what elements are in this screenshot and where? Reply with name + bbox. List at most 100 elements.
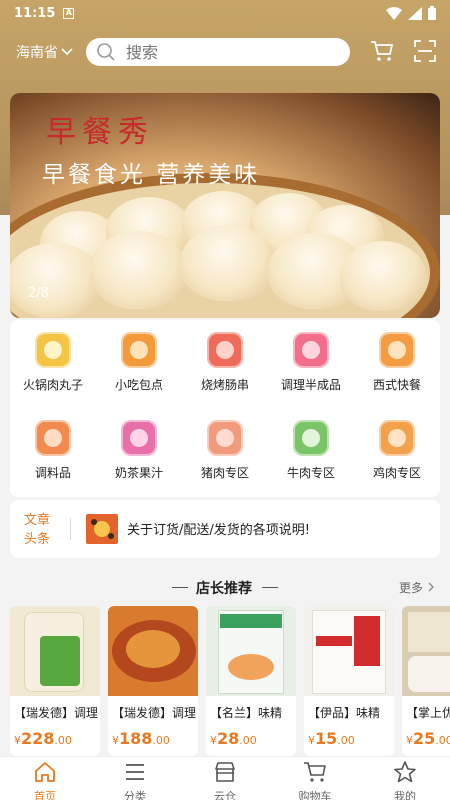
product-image: [206, 606, 296, 696]
product-name: 【瑞发德】调理: [112, 706, 196, 720]
tab-category[interactable]: 分类: [90, 757, 180, 800]
bun-image: [10, 243, 102, 317]
headline-tag: 文章头条: [24, 513, 51, 547]
category-label: 奶茶果汁: [114, 466, 163, 480]
status-bar: 11:15 A: [0, 0, 450, 26]
product-card[interactable]: 【名兰】味精 ¥28.00: [206, 606, 296, 756]
location-label: 海南省: [16, 45, 58, 61]
search-input[interactable]: [126, 42, 326, 62]
notice-thumbnail: [86, 514, 118, 544]
product-name: 【掌上优: [406, 706, 450, 720]
search-bar[interactable]: [86, 38, 350, 66]
beef-icon: [293, 420, 329, 456]
product-image: [10, 606, 100, 696]
burger-icon: [379, 332, 415, 368]
search-icon: [97, 43, 115, 61]
bun-image: [90, 231, 188, 309]
product-price: ¥188.00: [112, 729, 170, 748]
category-label: 烧烤肠串: [200, 378, 249, 392]
store-icon: [215, 762, 235, 782]
product-card[interactable]: 【瑞发德】调理 ¥188.00: [108, 606, 198, 756]
category-item[interactable]: 奶茶果汁: [96, 420, 182, 481]
seasoning-icon: [35, 420, 71, 456]
home-icon: [35, 762, 55, 782]
product-card[interactable]: 【瑞发德】调理 ¥228.00: [10, 606, 100, 756]
category-item[interactable]: 牛肉专区: [268, 420, 354, 481]
app-header: 海南省: [0, 36, 450, 70]
category-item[interactable]: 西式快餐: [354, 332, 440, 393]
category-label: 西式快餐: [372, 378, 421, 392]
more-link[interactable]: 更多: [399, 579, 435, 596]
location-selector[interactable]: 海南省: [16, 42, 73, 62]
tab-warehouse[interactable]: 云仓: [180, 757, 270, 800]
tab-label: 我的: [394, 790, 416, 800]
app-notification-icon: A: [63, 7, 75, 19]
tab-label: 分类: [124, 790, 146, 800]
chicken-icon: [379, 420, 415, 456]
cart-icon[interactable]: [370, 40, 394, 62]
recommend-title: 店长推荐: [196, 581, 252, 597]
divider: [262, 587, 278, 588]
banner-page-indicator: 2/8: [28, 286, 49, 301]
category-item[interactable]: 调料品: [10, 420, 96, 481]
banner-title: 早餐秀: [46, 115, 154, 150]
category-grid: 火锅肉丸子 小吃包点 烧烤肠串 调理半成品 西式快餐 调料品 奶茶果汁 猪肉专区…: [10, 320, 440, 497]
banner-carousel[interactable]: 早餐秀 早餐食光 营养美味 2/8: [10, 93, 440, 318]
tab-label: 首页: [34, 790, 56, 800]
tab-label: 云仓: [214, 790, 236, 800]
scan-icon[interactable]: [414, 40, 436, 62]
product-price: ¥28.00: [210, 729, 257, 748]
headline-notice[interactable]: 文章头条 关于订货/配送/发货的各项说明!: [10, 500, 440, 558]
tab-home[interactable]: 首页: [0, 757, 90, 800]
category-item[interactable]: 烧烤肠串: [182, 332, 268, 393]
bun-image: [180, 225, 276, 301]
product-image: [304, 606, 394, 696]
category-label: 火锅肉丸子: [22, 378, 83, 392]
cart-icon: [304, 762, 326, 782]
category-label: 调理半成品: [280, 378, 341, 392]
product-carousel[interactable]: 【瑞发德】调理 ¥228.00 【瑞发德】调理 ¥188.00 【名兰】味精 ¥…: [10, 606, 450, 756]
tab-cart[interactable]: 购物车: [270, 757, 360, 800]
category-item[interactable]: 火锅肉丸子: [10, 332, 96, 393]
list-icon: [126, 764, 144, 780]
tab-label: 购物车: [298, 790, 332, 800]
product-name: 【伊品】味精: [308, 706, 381, 720]
product-card[interactable]: 【掌上优 ¥25.00: [402, 606, 450, 756]
chevron-down-icon: [61, 48, 73, 56]
bottom-tab-bar: 首页 分类 云仓 购物车 我的: [0, 756, 450, 800]
bbq-skewer-icon: [207, 332, 243, 368]
tab-mine[interactable]: 我的: [360, 757, 450, 800]
product-image: [402, 606, 450, 696]
signal-icon: [408, 6, 422, 20]
category-item[interactable]: 鸡肉专区: [354, 420, 440, 481]
category-label: 鸡肉专区: [372, 466, 421, 480]
product-price: ¥228.00: [14, 729, 72, 748]
divider: [172, 587, 188, 588]
pork-icon: [207, 420, 243, 456]
hotpot-meatball-icon: [35, 332, 71, 368]
snack-bun-icon: [121, 332, 157, 368]
prepared-food-icon: [293, 332, 329, 368]
star-icon: [394, 761, 416, 783]
bun-image: [340, 241, 426, 311]
category-label: 小吃包点: [114, 378, 163, 392]
recommend-header: 店长推荐 更多: [0, 576, 450, 598]
more-label: 更多: [399, 581, 424, 595]
category-item[interactable]: 调理半成品: [268, 332, 354, 393]
product-image: [108, 606, 198, 696]
product-card[interactable]: 【伊品】味精 ¥15.00: [304, 606, 394, 756]
category-label: 调料品: [34, 466, 71, 480]
status-time: 11:15: [14, 5, 56, 21]
milk-tea-icon: [121, 420, 157, 456]
divider: [70, 518, 71, 540]
product-price: ¥15.00: [308, 729, 355, 748]
category-label: 牛肉专区: [286, 466, 335, 480]
battery-icon: [428, 6, 436, 20]
product-name: 【名兰】味精: [210, 706, 283, 720]
product-name: 【瑞发德】调理: [14, 706, 98, 720]
chevron-right-icon: [428, 582, 434, 592]
category-item[interactable]: 小吃包点: [96, 332, 182, 393]
category-item[interactable]: 猪肉专区: [182, 420, 268, 481]
product-price: ¥25.00: [406, 729, 450, 748]
banner-subtitle: 早餐食光 营养美味: [42, 162, 261, 188]
